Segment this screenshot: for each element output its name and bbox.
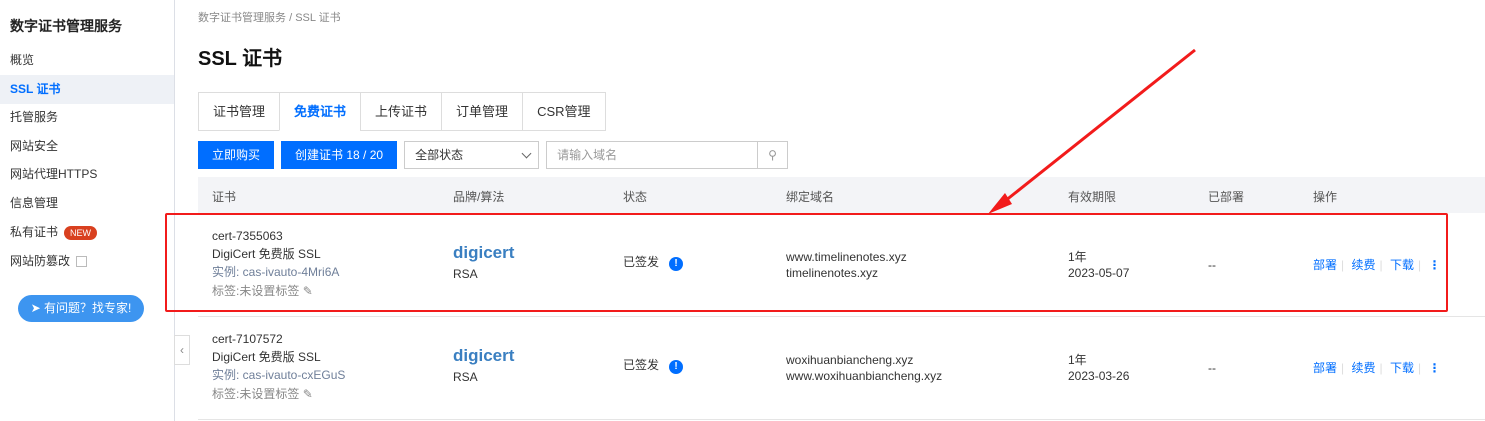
annotation-arrow <box>988 48 1196 214</box>
